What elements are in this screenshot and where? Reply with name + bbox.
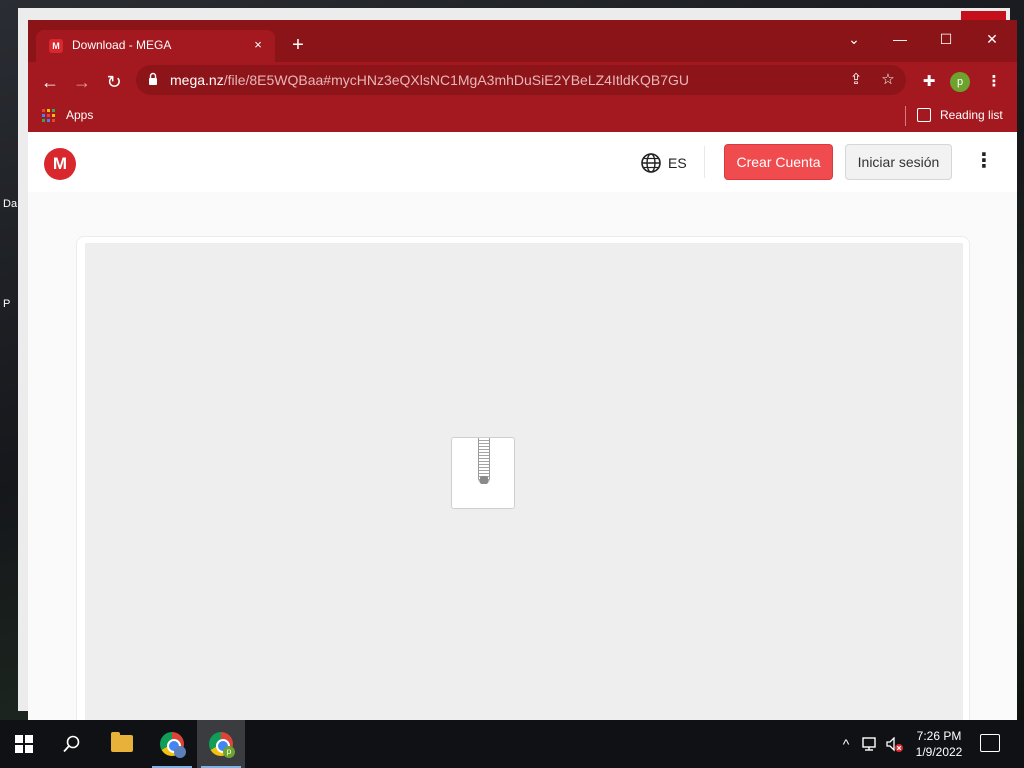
lock-icon[interactable] bbox=[148, 72, 158, 86]
reload-button[interactable]: ↻ bbox=[101, 69, 127, 95]
login-button[interactable]: Iniciar sesión bbox=[845, 144, 952, 180]
taskbar: p ^ 7:26 PM 1/9/2022 bbox=[0, 720, 1024, 768]
bookmarks-divider bbox=[905, 106, 906, 126]
notifications-icon[interactable] bbox=[980, 734, 1000, 752]
reading-list-icon[interactable] bbox=[917, 108, 931, 122]
windows-icon bbox=[15, 735, 33, 753]
bookmark-star-icon[interactable]: ☆ bbox=[877, 69, 899, 91]
bookmarks-bar: Apps Reading list bbox=[28, 100, 1017, 132]
apps-bookmark[interactable]: Apps bbox=[66, 108, 93, 122]
maximize-button[interactable]: ☐ bbox=[923, 24, 969, 54]
url-path: /file/8E5WQBaa#mycHNz3eQXlsNC1MgA3mhDuSi… bbox=[223, 72, 689, 88]
start-button[interactable] bbox=[0, 720, 48, 768]
mega-header: M ES Crear Cuenta Iniciar sesión ⋮ bbox=[28, 132, 1017, 192]
address-bar[interactable]: mega.nz/file/8E5WQBaa#mycHNz3eQXlsNC1MgA… bbox=[136, 65, 906, 95]
zip-file-icon bbox=[451, 437, 515, 509]
extensions-icon[interactable]: ✚ bbox=[918, 71, 940, 93]
back-button[interactable]: ← bbox=[37, 69, 63, 95]
minimize-button[interactable]: — bbox=[877, 24, 923, 54]
reading-list-button[interactable]: Reading list bbox=[940, 108, 1003, 122]
search-icon bbox=[63, 735, 80, 753]
header-divider bbox=[704, 146, 705, 178]
profile-badge-icon bbox=[174, 746, 186, 758]
new-tab-button[interactable]: + bbox=[286, 34, 310, 58]
close-window-button[interactable]: ✕ bbox=[969, 24, 1015, 54]
search-button[interactable] bbox=[48, 720, 96, 768]
mega-favicon-icon: M bbox=[49, 39, 63, 53]
system-clock[interactable]: 7:26 PM 1/9/2022 bbox=[908, 728, 970, 760]
tab-search-icon[interactable]: ⌄ bbox=[831, 24, 877, 54]
apps-grid-icon[interactable] bbox=[42, 109, 56, 123]
zipper-pull-icon bbox=[480, 476, 488, 484]
share-icon[interactable]: ⇪ bbox=[845, 69, 867, 91]
browser-window: M Download - MEGA × + ⌄ — ☐ ✕ ← → ↻ mega… bbox=[28, 20, 1017, 720]
page-content: M ES Crear Cuenta Iniciar sesión ⋮ bbox=[28, 132, 1017, 720]
browser-toolbar: ← → ↻ mega.nz/file/8E5WQBaa#mycHNz3eQXls… bbox=[28, 62, 1017, 100]
volume-muted-icon[interactable] bbox=[886, 737, 904, 753]
clock-time: 7:26 PM bbox=[916, 729, 962, 743]
file-preview-card bbox=[76, 236, 970, 720]
file-preview-area bbox=[85, 243, 963, 720]
tray-chevron-icon[interactable]: ^ bbox=[836, 720, 856, 768]
create-account-button[interactable]: Crear Cuenta bbox=[724, 144, 833, 180]
chrome-profile-taskbar-button[interactable]: p bbox=[197, 720, 245, 768]
browser-menu-icon[interactable]: ⋮ bbox=[983, 71, 1005, 93]
profile-avatar[interactable]: p bbox=[950, 72, 970, 92]
url-host: mega.nz bbox=[170, 72, 224, 88]
mega-logo[interactable]: M bbox=[44, 148, 76, 180]
language-selector[interactable]: ES bbox=[668, 155, 687, 171]
page-menu-icon[interactable]: ⋮ bbox=[972, 150, 996, 174]
chrome-taskbar-button[interactable] bbox=[148, 720, 196, 768]
close-tab-icon[interactable]: × bbox=[249, 36, 267, 54]
globe-icon[interactable] bbox=[640, 152, 662, 174]
network-icon[interactable] bbox=[862, 737, 880, 751]
tab-title: Download - MEGA bbox=[72, 38, 172, 52]
url-text: mega.nz/file/8E5WQBaa#mycHNz3eQXlsNC1MgA… bbox=[170, 72, 689, 88]
title-bar: M Download - MEGA × + ⌄ — ☐ ✕ bbox=[28, 20, 1017, 62]
tab-download-mega[interactable]: M Download - MEGA × bbox=[36, 30, 275, 62]
file-explorer-button[interactable] bbox=[98, 720, 146, 768]
folder-icon bbox=[111, 732, 133, 752]
forward-button[interactable]: → bbox=[69, 69, 95, 95]
clock-date: 1/9/2022 bbox=[915, 745, 963, 759]
profile-badge-icon: p bbox=[223, 746, 235, 758]
